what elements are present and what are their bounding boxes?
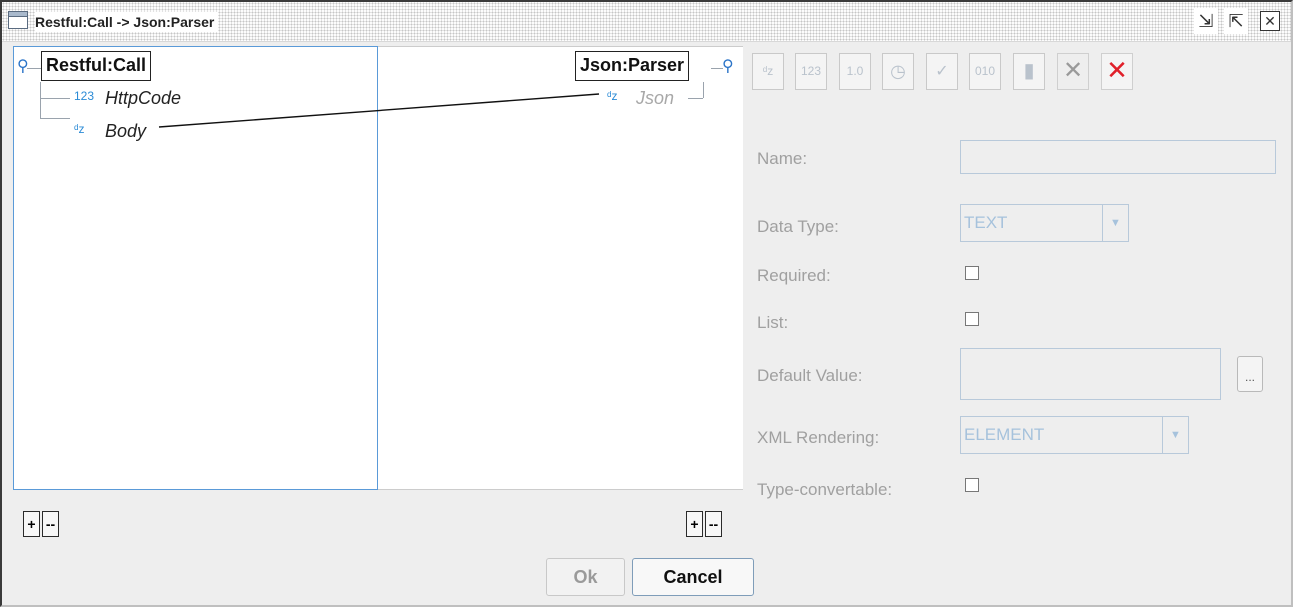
- chevron-down-icon[interactable]: ▼: [1162, 417, 1188, 453]
- default-value-browse-button[interactable]: ...: [1237, 356, 1263, 392]
- source-tree-panel[interactable]: [13, 46, 378, 490]
- target-field-json[interactable]: ᵈz Json: [597, 86, 689, 110]
- list-checkbox[interactable]: [965, 312, 979, 326]
- add-text-field-button[interactable]: ᵈz: [752, 53, 784, 90]
- xml-rendering-select[interactable]: ELEMENT ▼: [960, 416, 1189, 454]
- target-field-label: Json: [636, 88, 675, 108]
- xml-rendering-label: XML Rendering:: [757, 428, 880, 447]
- maximize-icon[interactable]: ⇱: [1224, 8, 1248, 34]
- type-convertable-label: Type-convertable:: [757, 480, 893, 499]
- target-remove-button[interactable]: --: [705, 511, 722, 537]
- default-value-field[interactable]: [960, 348, 1221, 400]
- required-checkbox[interactable]: [965, 266, 979, 280]
- window-icon: [8, 11, 28, 29]
- integer-type-icon: 123: [74, 89, 95, 103]
- delete-icon: ✕: [1062, 57, 1084, 84]
- delete-field-button[interactable]: ✕: [1057, 53, 1089, 90]
- integer-type-icon: 123: [800, 64, 822, 78]
- cancel-button[interactable]: Cancel: [632, 558, 754, 596]
- tree-connector: [40, 82, 41, 118]
- add-datetime-field-button[interactable]: ◷: [882, 53, 914, 90]
- tree-connector: [688, 98, 703, 99]
- tree-connector: [40, 118, 70, 119]
- minimize-icon[interactable]: ⇲: [1194, 8, 1218, 34]
- add-boolean-field-button[interactable]: ✓: [926, 53, 958, 90]
- required-label: Required:: [757, 266, 831, 285]
- mapping-dialog-window: Restful:Call -> Json:Parser ⇲ ⇱ ✕ ⚲ Rest…: [0, 0, 1293, 607]
- tree-connector: [703, 82, 704, 98]
- source-remove-button[interactable]: --: [42, 511, 59, 537]
- list-label: List:: [757, 313, 789, 332]
- decimal-type-icon: 1.0: [846, 64, 864, 78]
- text-type-icon: ᵈz: [607, 89, 618, 103]
- source-field-httpcode[interactable]: 123 HttpCode: [74, 86, 234, 110]
- type-convertable-checkbox[interactable]: [965, 478, 979, 492]
- chevron-down-icon[interactable]: ▼: [1102, 205, 1128, 241]
- source-root-pin-icon: ⚲: [17, 58, 29, 75]
- text-type-icon: ᵈz: [762, 64, 774, 78]
- delete-all-icon: ✕: [1106, 55, 1128, 85]
- name-field[interactable]: [960, 140, 1276, 174]
- add-decimal-field-button[interactable]: 1.0: [839, 53, 871, 90]
- source-root-node[interactable]: Restful:Call: [41, 51, 152, 81]
- text-type-icon: ᵈz: [74, 122, 85, 136]
- title-bar[interactable]: Restful:Call -> Json:Parser ⇲ ⇱ ✕: [2, 2, 1291, 42]
- data-type-label: Data Type:: [757, 217, 839, 236]
- default-value-label: Default Value:: [757, 366, 863, 385]
- source-field-label: Body: [105, 121, 147, 141]
- source-add-button[interactable]: +: [23, 511, 40, 537]
- xml-rendering-value: ELEMENT: [964, 425, 1045, 444]
- clock-type-icon: ◷: [890, 61, 906, 81]
- binary-type-icon: 010: [974, 64, 996, 78]
- window-title: Restful:Call -> Json:Parser: [35, 12, 219, 32]
- target-root-node[interactable]: Json:Parser: [575, 51, 690, 81]
- target-tree-panel[interactable]: [378, 46, 743, 490]
- data-type-value: TEXT: [964, 213, 1008, 232]
- add-binary-field-button[interactable]: 010: [969, 53, 1001, 90]
- close-icon[interactable]: ✕: [1260, 11, 1280, 31]
- add-integer-field-button[interactable]: 123: [795, 53, 827, 90]
- tree-connector: [27, 68, 41, 69]
- name-label: Name:: [757, 149, 808, 168]
- source-field-body[interactable]: ᵈz Body: [74, 119, 234, 143]
- document-type-icon: ▮: [1023, 60, 1035, 82]
- target-add-button[interactable]: +: [686, 511, 703, 537]
- data-type-select[interactable]: TEXT ▼: [960, 204, 1129, 242]
- tree-connector: [40, 98, 70, 99]
- source-field-label: HttpCode: [105, 88, 182, 108]
- ok-button[interactable]: Ok: [546, 558, 625, 596]
- target-root-pin-icon: ⚲: [722, 58, 734, 75]
- delete-all-fields-button[interactable]: ✕: [1101, 53, 1133, 90]
- boolean-type-icon: ✓: [935, 63, 949, 80]
- add-document-field-button[interactable]: ▮: [1013, 53, 1045, 90]
